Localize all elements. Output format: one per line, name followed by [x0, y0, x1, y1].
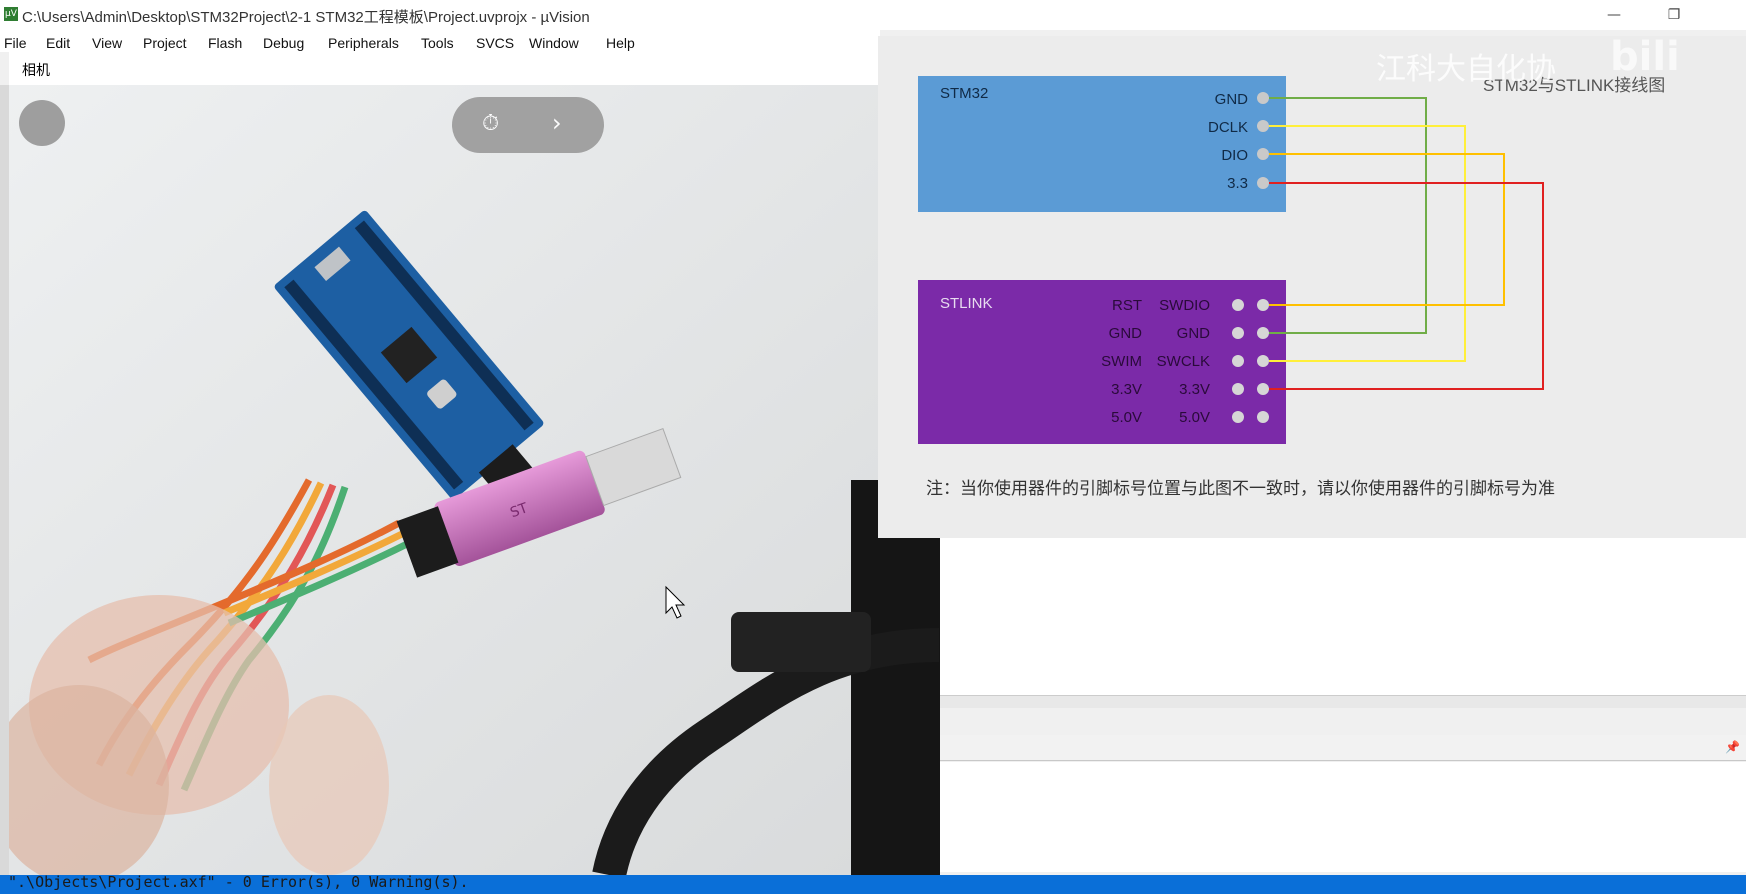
wire-gnd: [1269, 97, 1427, 334]
stm32-pin-dio: DIO: [1221, 147, 1248, 164]
stm32-pin-dclk: DCLK: [1208, 119, 1248, 136]
watermark-text: 江科大自化协: [1376, 52, 1556, 87]
pin-icon[interactable]: 📌: [1725, 740, 1740, 754]
wire-dio: [1269, 153, 1505, 306]
menu-peripherals[interactable]: Peripherals: [328, 35, 399, 51]
menu-project[interactable]: Project: [143, 35, 187, 51]
stlink-left-pin-gnd: GND: [1109, 325, 1143, 342]
menu-debug[interactable]: Debug: [263, 35, 304, 51]
wiring-diagram: STM32与STLINK接线图 STM32 GND DCLK DIO 3.3 S…: [878, 36, 1746, 538]
camera-view: ST: [9, 85, 940, 875]
stlink-left-pin-3v3: 3.3V: [1111, 381, 1142, 398]
stlink-left-pin-swim: SWIM: [1101, 353, 1142, 370]
menu-file[interactable]: File: [4, 35, 27, 51]
bilibili-logo: bili: [1610, 34, 1680, 80]
stlink-right-pin-5v: 5.0V: [1179, 409, 1210, 426]
stlink-label: STLINK: [940, 295, 993, 312]
build-output-header: [940, 735, 1746, 761]
stlink-left-pin-5v: 5.0V: [1111, 409, 1142, 426]
stm32-pin-3v3: 3.3: [1227, 175, 1248, 192]
stlink-right-pin-swdio: SWDIO: [1159, 297, 1210, 314]
menu-svcs[interactable]: SVCS: [476, 35, 514, 51]
menu-edit[interactable]: Edit: [46, 35, 70, 51]
diagram-note: 注：当你使用器件的引脚标号位置与此图不一致时，请以你使用器件的引脚标号为准: [926, 478, 1555, 498]
menu-window[interactable]: Window: [529, 35, 579, 51]
menu-view[interactable]: View: [92, 35, 122, 51]
project-pane: [0, 85, 9, 875]
timer-icon[interactable]: ⏱: [482, 111, 499, 136]
uvision-app-icon: µV: [4, 7, 18, 21]
stm32-label: STM32: [940, 85, 988, 102]
wire-clk: [1269, 125, 1466, 362]
stlink-right-pin-swclk: SWCLK: [1157, 353, 1210, 370]
editor-pane: [940, 535, 1746, 695]
restore-icon[interactable]: ❐: [1654, 2, 1694, 28]
editor-scrollbar[interactable]: [940, 695, 1746, 708]
timer-control[interactable]: ⏱ ›: [452, 97, 604, 153]
window-title: C:\Users\Admin\Desktop\STM32Project\2-1 …: [22, 9, 590, 26]
chevron-right-icon[interactable]: ›: [552, 109, 562, 137]
camera-title: 相机: [22, 63, 50, 79]
wire-vcc: [1269, 182, 1544, 390]
stlink-right-pin-3v3: 3.3V: [1179, 381, 1210, 398]
camera-switch-button[interactable]: [19, 100, 65, 146]
stlink-right-pin-gnd: GND: [1177, 325, 1211, 342]
menu-tools[interactable]: Tools: [421, 35, 454, 51]
menu-flash[interactable]: Flash: [208, 35, 242, 51]
menu-bar: File Edit View Project Flash Debug Perip…: [0, 30, 880, 52]
minimize-icon[interactable]: —: [1594, 2, 1634, 28]
camera-window: 相机 ST ⏱ ›: [9, 52, 940, 875]
menu-help[interactable]: Help: [606, 35, 635, 51]
title-bar: µV C:\Users\Admin\Desktop\STM32Project\2…: [0, 0, 1746, 30]
stm32-pin-gnd: GND: [1215, 91, 1249, 108]
build-output-pane: [940, 762, 1746, 872]
stlink-left-pin-rst: RST: [1112, 297, 1142, 314]
build-output-text: ".\Objects\Project.axf" - 0 Error(s), 0 …: [8, 873, 469, 891]
